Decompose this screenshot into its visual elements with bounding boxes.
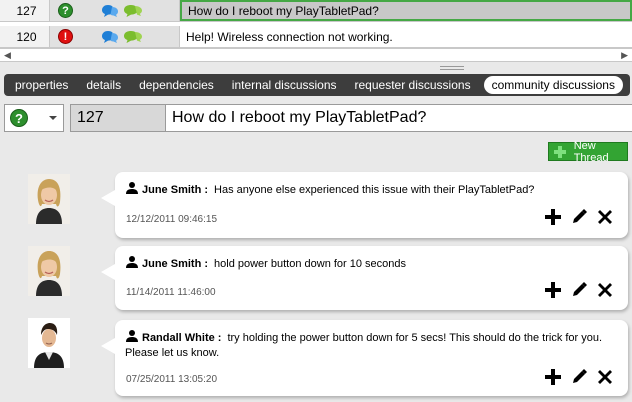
comment-card: Randall White : try holding the power but…: [101, 320, 628, 396]
question-icon: ?: [10, 109, 28, 127]
comment-author: June Smith :: [142, 184, 209, 196]
status-cell: !: [50, 26, 180, 47]
avatar: [28, 174, 70, 224]
scroll-right-icon[interactable]: ▶: [621, 50, 628, 61]
chat-bubble-blue-icon[interactable]: [102, 4, 120, 18]
tab-requester-discussions[interactable]: requester discussions: [346, 76, 480, 94]
question-icon: ?: [58, 3, 73, 18]
user-icon: [126, 256, 138, 268]
horizontal-scrollbar[interactable]: ◀ ▶: [0, 48, 632, 62]
user-icon: [126, 182, 138, 194]
subject-cell: Help! Wireless connection not working.: [186, 29, 393, 44]
comment-actions: [544, 208, 614, 226]
avatar: [28, 318, 70, 368]
comment-author: Randall White :: [142, 332, 222, 344]
avatar: [28, 246, 70, 296]
comment-actions: [544, 281, 614, 299]
comment-card: June Smith : Has anyone else experienced …: [101, 172, 628, 238]
close-icon[interactable]: [596, 281, 614, 299]
pencil-icon[interactable]: [570, 208, 588, 226]
table-row[interactable]: 120 ! Help! Wireless connection not work…: [0, 26, 632, 48]
plus-icon: [554, 145, 566, 158]
ticket-grid: 127 ? How do I reboot my PlayTabletPad? …: [0, 0, 632, 62]
tab-internal-discussions[interactable]: internal discussions: [223, 76, 346, 94]
ticket-id-cell: 127: [0, 0, 50, 21]
user-icon: [126, 330, 138, 342]
tab-properties[interactable]: properties: [6, 76, 77, 94]
new-thread-label: New Thread: [573, 139, 609, 164]
ticket-title-field[interactable]: How do I reboot my PlayTabletPad?: [166, 104, 632, 132]
ticket-id-field: 127: [70, 104, 166, 132]
new-thread-button[interactable]: New Thread: [548, 139, 628, 164]
close-icon[interactable]: [596, 368, 614, 386]
chat-bubble-green-icon[interactable]: [123, 30, 143, 44]
comment-card: June Smith : hold power button down for 1…: [101, 246, 628, 310]
chevron-down-icon: [49, 116, 57, 120]
chat-bubble-blue-icon[interactable]: [102, 30, 120, 44]
ticket-id-cell: 120: [0, 26, 50, 47]
status-dropdown[interactable]: ?: [4, 104, 64, 132]
tab-dependencies[interactable]: dependencies: [130, 76, 223, 94]
subject-cell: How do I reboot my PlayTabletPad?: [180, 0, 632, 21]
table-row[interactable]: 127 ? How do I reboot my PlayTabletPad?: [0, 0, 632, 22]
error-icon: !: [58, 29, 73, 44]
chat-bubble-green-icon[interactable]: [123, 4, 143, 18]
comment-timestamp: 11/14/2011 11:46:00: [126, 287, 216, 298]
scroll-left-icon[interactable]: ◀: [4, 50, 11, 61]
comment-timestamp: 07/25/2011 13:05:20: [126, 374, 218, 385]
close-icon[interactable]: [596, 208, 614, 226]
plus-icon[interactable]: [544, 281, 562, 299]
pencil-icon[interactable]: [570, 368, 588, 386]
comment-actions: [544, 368, 614, 386]
comment-message: hold power button down for 10 seconds: [214, 258, 407, 270]
plus-icon[interactable]: [544, 208, 562, 226]
plus-icon[interactable]: [544, 368, 562, 386]
comment-timestamp: 12/12/2011 09:46:15: [126, 214, 218, 225]
splitter-handle[interactable]: [440, 64, 464, 72]
status-cell: ?: [50, 0, 180, 21]
tab-community-discussions[interactable]: community discussions: [483, 76, 623, 94]
comment-author: June Smith :: [142, 258, 209, 270]
comment-message: Has anyone else experienced this issue w…: [214, 184, 535, 196]
pencil-icon[interactable]: [570, 281, 588, 299]
tab-details[interactable]: details: [77, 76, 130, 94]
tab-bar: properties details dependencies internal…: [4, 74, 630, 96]
